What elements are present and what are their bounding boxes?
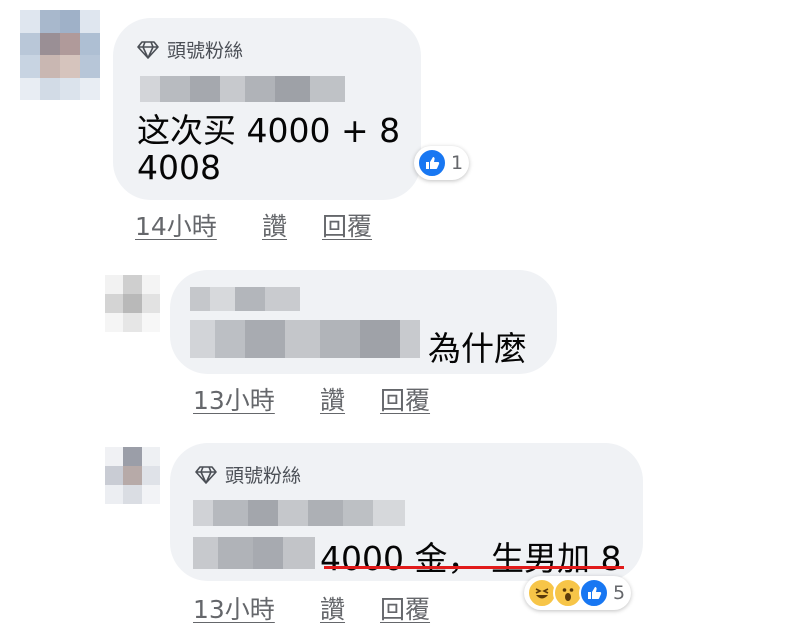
reaction-count: 5 xyxy=(613,582,626,604)
blurred-text xyxy=(190,320,420,358)
red-highlight-underline xyxy=(324,566,624,569)
comment-text-line-1: 这次买 4000 + 8 xyxy=(137,111,401,150)
blurred-text xyxy=(193,537,315,569)
like-button[interactable]: 讚 xyxy=(320,590,380,626)
comment-text: 4000 金， 生男加 8 xyxy=(320,539,622,578)
comment-text-line-2: 4008 xyxy=(137,148,221,187)
diamond-icon xyxy=(137,40,159,59)
reply-button[interactable]: 回覆 xyxy=(380,590,430,626)
diamond-icon xyxy=(195,465,217,484)
top-fan-badge: 頭號粉絲 xyxy=(137,36,243,63)
reaction-count: 1 xyxy=(451,152,464,174)
reply-button[interactable]: 回覆 xyxy=(380,381,430,417)
comment-actions: 13小時 讚 回覆 xyxy=(193,381,430,417)
timestamp-link[interactable]: 13小時 xyxy=(193,381,320,417)
like-reaction-icon xyxy=(579,578,609,608)
timestamp-link[interactable]: 13小時 xyxy=(193,590,320,626)
like-button[interactable]: 讚 xyxy=(262,207,322,243)
like-reaction-icon xyxy=(417,148,447,178)
avatar[interactable] xyxy=(105,275,160,332)
comment-actions: 13小時 讚 回覆 xyxy=(193,590,430,626)
reply-button[interactable]: 回覆 xyxy=(322,207,372,243)
timestamp-link[interactable]: 14小時 xyxy=(135,207,262,243)
reaction-summary[interactable]: 1 xyxy=(414,146,470,180)
comment-actions: 14小時 讚 回覆 xyxy=(135,207,372,243)
like-button[interactable]: 讚 xyxy=(320,381,380,417)
blurred-username[interactable] xyxy=(193,500,405,526)
avatar[interactable] xyxy=(20,10,100,100)
blurred-username[interactable] xyxy=(140,76,345,102)
blurred-username[interactable] xyxy=(190,287,300,311)
badge-label: 頭號粉絲 xyxy=(167,40,244,62)
top-fan-badge: 頭號粉絲 xyxy=(195,461,301,488)
reaction-summary[interactable]: 5 xyxy=(524,576,632,610)
comment-text: 為什麼 xyxy=(428,329,527,368)
badge-label: 頭號粉絲 xyxy=(225,465,302,487)
avatar[interactable] xyxy=(105,447,160,504)
